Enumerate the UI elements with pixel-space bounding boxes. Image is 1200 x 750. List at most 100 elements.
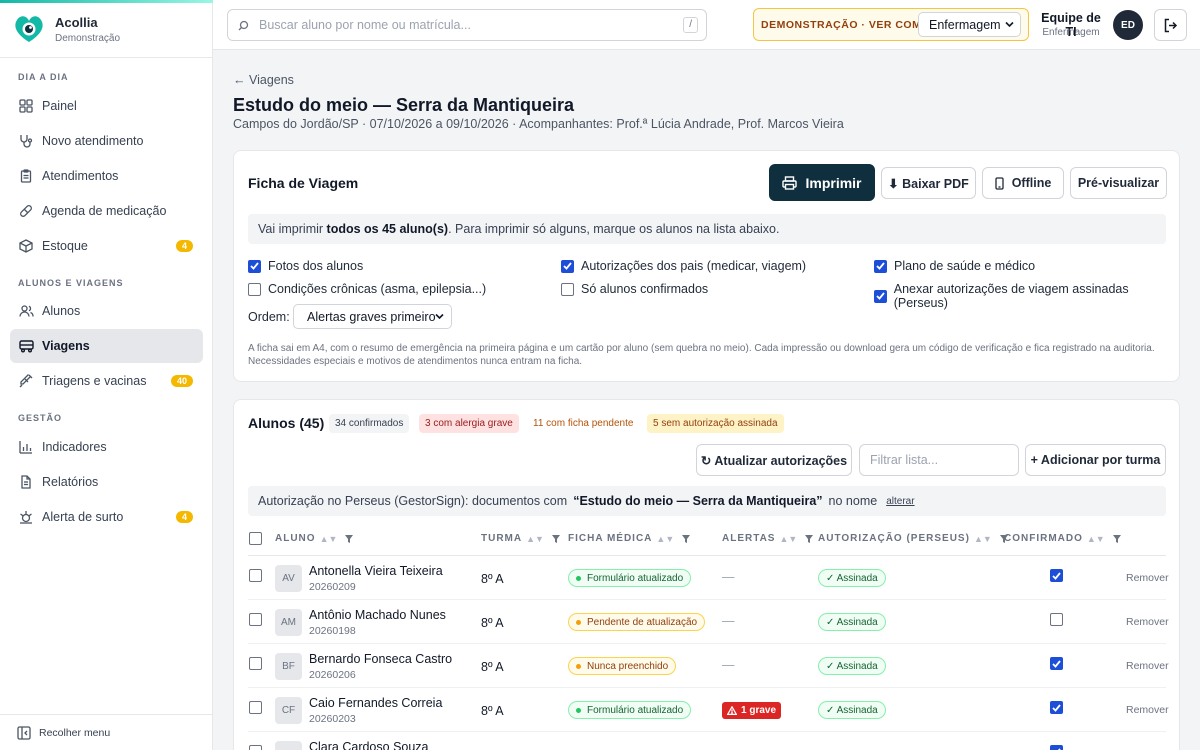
logout-button[interactable]: [1154, 9, 1187, 41]
checkbox-checked[interactable]: [874, 259, 887, 273]
user-avatar[interactable]: ED: [1113, 10, 1143, 40]
student-class: 8º A: [481, 572, 504, 586]
table-row[interactable]: AM Antônio Machado Nunes 20260198 8º A Pende…: [248, 600, 1169, 644]
filter-funnel-icon[interactable]: [1112, 534, 1121, 543]
sidebar-item-estoque[interactable]: Estoque 4: [10, 229, 203, 263]
table-row[interactable]: CF Caio Fernandes Correia 20260203 8º A Form…: [248, 688, 1169, 732]
checkbox-checked[interactable]: [248, 259, 261, 273]
filter-funnel-icon[interactable]: [682, 534, 691, 543]
table-row[interactable]: BF Bernardo Fonseca Castro 20260206 8º A Nun…: [248, 644, 1169, 688]
authorization-signed-badge: ✓ Assinada: [818, 613, 886, 631]
row-select-checkbox[interactable]: [249, 569, 262, 582]
row-select-checkbox[interactable]: [249, 745, 262, 750]
change-perseus-filter-link[interactable]: alterar: [886, 496, 914, 507]
student-class: 8º A: [481, 616, 504, 630]
col-header-confirmado[interactable]: CONFIRMADO ▲▼: [1004, 533, 1121, 544]
brand-subtitle: Demonstração: [55, 32, 121, 44]
sidebar-item-alerta-surto[interactable]: Alerta de surto 4: [10, 500, 203, 534]
student-name[interactable]: Bernardo Fonseca Castro: [309, 652, 452, 666]
col-header-ficha-medica[interactable]: FICHA MÉDICA ▲▼: [568, 533, 691, 544]
sidebar-item-novo-atendimento[interactable]: Novo atendimento: [10, 124, 203, 158]
sidebar-item-viagens[interactable]: Viagens: [10, 329, 203, 363]
sidebar-item-painel[interactable]: Painel: [10, 89, 203, 123]
checkbox-checked[interactable]: [561, 259, 574, 273]
search-icon: [238, 20, 249, 31]
option-anexar-perseus[interactable]: Anexar autorizações de viagem assinadas …: [874, 282, 1179, 310]
filter-funnel-icon[interactable]: [551, 534, 560, 543]
table-row[interactable]: CSClara Cardoso Souza8º A: [248, 732, 1166, 750]
back-to-viagens-link[interactable]: ← Viagens: [233, 73, 294, 87]
student-name[interactable]: Antônio Machado Nunes: [309, 608, 446, 622]
sort-icon: ▲▼: [656, 533, 675, 544]
student-name[interactable]: Antonella Vieira Teixeira: [309, 564, 443, 578]
confirmed-count-pill: 34 confirmados: [329, 414, 410, 433]
virus-icon: [18, 509, 34, 525]
student-name[interactable]: Caio Fernandes Correia: [309, 696, 442, 710]
search-input[interactable]: [259, 18, 659, 32]
student-avatar: CF: [275, 697, 302, 724]
brand[interactable]: Acollia Demonstração: [12, 14, 120, 44]
row-select-checkbox[interactable]: [249, 701, 262, 714]
print-label: Imprimir: [805, 174, 862, 191]
medical-form-status-badge: Nunca preenchido: [568, 657, 677, 675]
filter-funnel-icon[interactable]: [805, 534, 814, 543]
checkbox-checked[interactable]: [874, 289, 887, 303]
confirmed-checkbox-checked[interactable]: [1050, 657, 1063, 670]
confirmed-checkbox-checked[interactable]: [1050, 745, 1063, 750]
option-autorizacoes-pais[interactable]: Autorizações dos pais (medicar, viagem): [561, 259, 806, 273]
sidebar-item-indicadores[interactable]: Indicadores: [10, 430, 203, 464]
col-header-aluno[interactable]: ALUNO ▲▼: [275, 533, 354, 544]
col-header-turma[interactable]: TURMA ▲▼: [481, 533, 560, 544]
checkbox-unchecked[interactable]: [561, 282, 574, 296]
severe-alert-badge[interactable]: 1 grave: [722, 702, 782, 719]
acollia-logo-icon: [15, 16, 43, 42]
option-so-confirmados[interactable]: Só alunos confirmados: [561, 282, 708, 296]
sidebar-item-label: Indicadores: [42, 440, 107, 454]
download-pdf-button[interactable]: ⬇ Baixar PDF: [881, 167, 976, 199]
row-select-checkbox[interactable]: [249, 657, 262, 670]
order-select[interactable]: Alertas graves primeiro: [293, 304, 452, 329]
print-scope-pre: Vai imprimir: [258, 222, 327, 236]
filter-list-input[interactable]: [859, 444, 1019, 476]
student-name[interactable]: Clara Cardoso Souza: [309, 740, 429, 750]
student-avatar: BF: [275, 653, 302, 680]
option-condicoes-cronicas[interactable]: Condições crônicas (asma, epilepsia...): [248, 282, 486, 296]
sidebar-item-triagens-vacinas[interactable]: Triagens e vacinas 40: [10, 364, 203, 398]
filter-funnel-icon[interactable]: [345, 534, 354, 543]
option-fotos-alunos[interactable]: Fotos dos alunos: [248, 259, 363, 273]
global-search[interactable]: /: [227, 9, 707, 41]
remove-student-button[interactable]: Remover: [1126, 616, 1169, 628]
remove-student-button[interactable]: Remover: [1126, 660, 1169, 672]
offline-button[interactable]: Offline: [982, 167, 1064, 199]
user-role: Enfermagem: [1042, 27, 1100, 38]
sidebar-item-relatorios[interactable]: Relatórios: [10, 465, 203, 499]
collapse-icon: [17, 725, 31, 740]
select-all-checkbox[interactable]: [249, 532, 262, 545]
option-label: Só alunos confirmados: [581, 282, 709, 296]
preview-button[interactable]: Pré-visualizar: [1070, 167, 1167, 199]
collapse-menu-button[interactable]: Recolher menu: [0, 714, 212, 750]
confirmed-checkbox-checked[interactable]: [1050, 701, 1063, 714]
remove-student-button[interactable]: Remover: [1126, 572, 1169, 584]
remove-student-button[interactable]: Remover: [1126, 704, 1169, 716]
confirmed-checkbox-checked[interactable]: [1050, 569, 1063, 582]
confirmed-checkbox-unchecked[interactable]: [1050, 613, 1063, 626]
col-header-alertas[interactable]: ALERTAS ▲▼: [722, 533, 814, 544]
add-by-class-button[interactable]: + Adicionar por turma: [1025, 444, 1166, 476]
demo-view-as: DEMONSTRAÇÃO · VER COMO Enfermagem: [753, 8, 1029, 41]
row-select-checkbox[interactable]: [249, 613, 262, 626]
refresh-authorizations-button[interactable]: ↻ Atualizar autorizações: [696, 444, 852, 476]
table-row[interactable]: AV Antonella Vieira Teixeira 20260209 8º A F…: [248, 556, 1169, 600]
col-header-autorizacao[interactable]: AUTORIZAÇÃO (PERSEUS) ▲▼: [818, 533, 1008, 544]
view-as-role-select[interactable]: Enfermagem: [918, 12, 1021, 37]
order-label: Ordem:: [248, 310, 290, 324]
sidebar-item-atendimentos[interactable]: Atendimentos: [10, 159, 203, 193]
sidebar-item-agenda-medicacao[interactable]: Agenda de medicação: [10, 194, 203, 228]
option-plano-saude[interactable]: Plano de saúde e médico: [874, 259, 1035, 273]
checkbox-unchecked[interactable]: [248, 282, 261, 296]
sidebar-item-label: Novo atendimento: [42, 134, 144, 148]
sidebar-item-label: Relatórios: [42, 475, 99, 489]
sidebar-item-alunos[interactable]: Alunos: [10, 294, 203, 328]
print-button[interactable]: Imprimir: [769, 164, 875, 201]
stethoscope-icon: [18, 133, 34, 149]
